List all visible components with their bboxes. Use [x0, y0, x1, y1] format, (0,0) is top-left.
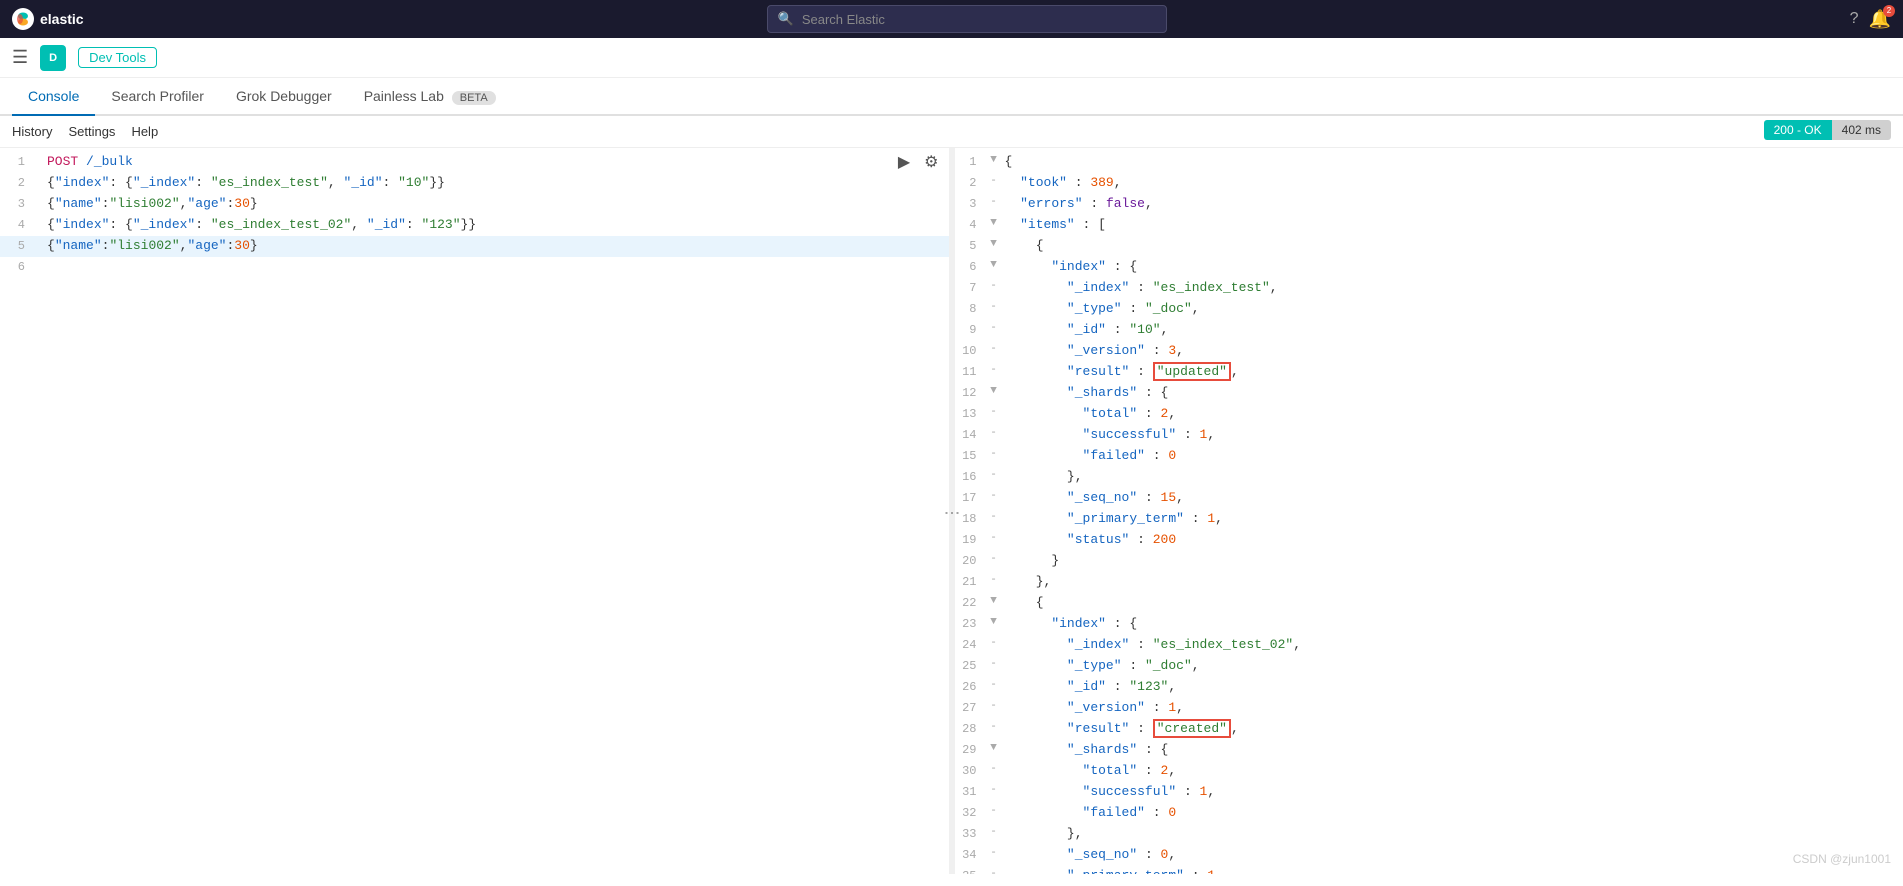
result-line-7: 7 - "_index" : "es_index_test", [952, 278, 1903, 299]
result-line-8: 8 - "_type" : "_doc", [952, 299, 1903, 320]
tabs-bar: Console Search Profiler Grok Debugger Pa… [0, 78, 1903, 116]
status-badges: 200 - OK 402 ms [1764, 120, 1891, 140]
status-ms-badge: 402 ms [1832, 120, 1891, 140]
tab-search-profiler[interactable]: Search Profiler [95, 78, 220, 116]
settings-button[interactable]: ⚙ [920, 150, 942, 174]
result-line-33: 33 - }, [952, 824, 1903, 845]
code-line-2: 2 {"index": {"_index": "es_index_test", … [0, 173, 951, 194]
subnav-settings[interactable]: Settings [68, 124, 115, 139]
left-panel: ▶ ⚙ 1 POST /_bulk 2 {"index": {"_index":… [0, 148, 952, 874]
code-line-5: 5 {"name":"lisi002","age":30} [0, 236, 951, 257]
code-line-6: 6 [0, 257, 951, 278]
editor-area: ▶ ⚙ 1 POST /_bulk 2 {"index": {"_index":… [0, 148, 1903, 874]
result-line-31: 31 - "successful" : 1, [952, 782, 1903, 803]
user-avatar[interactable]: D [40, 45, 66, 71]
result-line-14: 14 - "successful" : 1, [952, 425, 1903, 446]
result-line-20: 20 - } [952, 551, 1903, 572]
logo-text: elastic [40, 11, 84, 27]
result-line-3: 3 - "errors" : false, [952, 194, 1903, 215]
result-line-6: 6 ▼ "index" : { [952, 257, 1903, 278]
result-line-19: 19 - "status" : 200 [952, 530, 1903, 551]
search-bar-container: 🔍 Search Elastic [96, 5, 1838, 33]
editor-toolbar: ▶ ⚙ [894, 150, 943, 174]
search-icon: 🔍 [778, 11, 794, 27]
right-code-editor: 1 ▼ { 2 - "took" : 389, 3 - "errors" : f… [952, 148, 1903, 874]
notification-icon[interactable]: 🔔 2 [1869, 9, 1891, 30]
result-line-30: 30 - "total" : 2, [952, 761, 1903, 782]
result-line-32: 32 - "failed" : 0 [952, 803, 1903, 824]
help-icon[interactable]: ? [1850, 10, 1859, 28]
search-placeholder: Search Elastic [802, 12, 885, 27]
code-line-1: 1 POST /_bulk [0, 152, 951, 173]
hamburger-menu[interactable]: ☰ [12, 47, 28, 68]
code-line-3: 3 {"name":"lisi002","age":30} [0, 194, 951, 215]
subnav-help[interactable]: Help [131, 124, 158, 139]
result-line-1: 1 ▼ { [952, 152, 1903, 173]
tab-painless-lab[interactable]: Painless Lab BETA [348, 78, 512, 116]
second-bar: ☰ D Dev Tools [0, 38, 1903, 78]
result-line-26: 26 - "_id" : "123", [952, 677, 1903, 698]
result-line-21: 21 - }, [952, 572, 1903, 593]
code-line-4: 4 {"index": {"_index": "es_index_test_02… [0, 215, 951, 236]
result-line-24: 24 - "_index" : "es_index_test_02", [952, 635, 1903, 656]
result-line-17: 17 - "_seq_no" : 15, [952, 488, 1903, 509]
result-line-29: 29 ▼ "_shards" : { [952, 740, 1903, 761]
result-line-15: 15 - "failed" : 0 [952, 446, 1903, 467]
result-line-4: 4 ▼ "items" : [ [952, 215, 1903, 236]
tab-console[interactable]: Console [12, 78, 95, 116]
result-line-12: 12 ▼ "_shards" : { [952, 383, 1903, 404]
result-line-22: 22 ▼ { [952, 593, 1903, 614]
top-bar: elastic 🔍 Search Elastic ? 🔔 2 [0, 0, 1903, 38]
devtools-badge[interactable]: Dev Tools [78, 47, 157, 68]
result-line-9: 9 - "_id" : "10", [952, 320, 1903, 341]
run-button[interactable]: ▶ [894, 150, 914, 174]
result-line-11: 11 - "result" : "updated", [952, 362, 1903, 383]
top-bar-icons: ? 🔔 2 [1850, 9, 1891, 30]
result-line-27: 27 - "_version" : 1, [952, 698, 1903, 719]
sub-nav: History Settings Help 200 - OK 402 ms [0, 116, 1903, 148]
beta-badge: BETA [452, 91, 496, 105]
tab-grok-debugger[interactable]: Grok Debugger [220, 78, 348, 116]
result-line-25: 25 - "_type" : "_doc", [952, 656, 1903, 677]
search-bar[interactable]: 🔍 Search Elastic [767, 5, 1167, 33]
watermark: CSDN @zjun1001 [1793, 852, 1891, 866]
result-line-16: 16 - }, [952, 467, 1903, 488]
result-line-5: 5 ▼ { [952, 236, 1903, 257]
right-panel: 1 ▼ { 2 - "took" : 389, 3 - "errors" : f… [952, 148, 1903, 874]
status-ok-badge: 200 - OK [1764, 120, 1832, 140]
result-line-2: 2 - "took" : 389, [952, 173, 1903, 194]
result-line-34: 34 - "_seq_no" : 0, [952, 845, 1903, 866]
result-line-18: 18 - "_primary_term" : 1, [952, 509, 1903, 530]
result-line-23: 23 ▼ "index" : { [952, 614, 1903, 635]
elastic-logo[interactable]: elastic [12, 8, 84, 30]
result-line-10: 10 - "_version" : 3, [952, 341, 1903, 362]
notification-badge: 2 [1883, 5, 1895, 17]
result-line-35: 35 - "_primary_term" : 1, [952, 866, 1903, 874]
result-line-28: 28 - "result" : "created", [952, 719, 1903, 740]
subnav-history[interactable]: History [12, 124, 52, 139]
panel-divider[interactable]: ⋮ [949, 148, 955, 874]
left-code-editor[interactable]: 1 POST /_bulk 2 {"index": {"_index": "es… [0, 148, 951, 874]
result-line-13: 13 - "total" : 2, [952, 404, 1903, 425]
